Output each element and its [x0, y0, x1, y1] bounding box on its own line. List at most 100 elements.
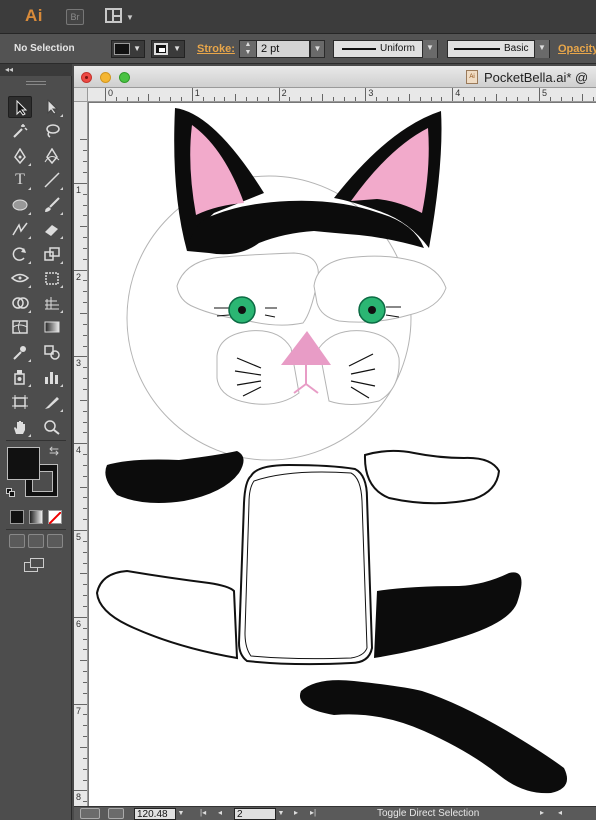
ruler-label: 0	[108, 88, 114, 98]
ai-file-icon: Ai	[466, 70, 478, 84]
variable-width-profile-select[interactable]: Uniform ▼	[333, 40, 438, 58]
none-mode-button[interactable]	[48, 510, 62, 525]
next-artboard-icon[interactable]: ▸	[294, 808, 298, 817]
draw-behind-button[interactable]	[28, 534, 44, 548]
pen-tool[interactable]	[8, 145, 32, 167]
column-graph-tool[interactable]	[40, 366, 64, 388]
perspective-grid-tool[interactable]	[40, 292, 64, 314]
symbol-sprayer-tool[interactable]	[8, 366, 32, 388]
artboard-number-input[interactable]: 2	[234, 808, 276, 820]
collapse-panel-icon[interactable]: ◂◂	[5, 65, 13, 74]
fill-color-chip	[114, 43, 130, 55]
ruler-tick	[83, 378, 87, 380]
previous-artboard-icon[interactable]: ◂	[218, 808, 222, 817]
arrange-documents-button[interactable]: ▼	[105, 8, 135, 24]
eraser-tool[interactable]	[40, 218, 64, 240]
status-menu-arrow-icon[interactable]: ▸	[540, 808, 544, 817]
zoom-level-input[interactable]: 120.48	[134, 808, 176, 820]
scale-tool[interactable]	[40, 243, 64, 265]
panel-grip[interactable]	[26, 81, 46, 85]
zoom-window-button[interactable]	[119, 72, 130, 83]
ruler-tick	[267, 97, 269, 101]
selection-tool[interactable]	[8, 96, 32, 118]
shape-builder-tool[interactable]	[8, 292, 32, 314]
draw-inside-button[interactable]	[47, 534, 63, 548]
scroll-left-icon[interactable]: ◂	[558, 808, 562, 817]
gpu-performance-icon[interactable]	[80, 808, 100, 819]
arrange-documents-icon	[105, 8, 122, 23]
opacity-panel-link[interactable]: Opacity:	[558, 43, 596, 55]
zoom-tool[interactable]	[40, 416, 64, 438]
mesh-tool[interactable]	[8, 316, 32, 338]
cat-tail[interactable]	[299, 680, 568, 794]
last-artboard-icon[interactable]: ▸|	[310, 808, 316, 817]
bridge-button[interactable]: Br	[66, 9, 84, 25]
ruler-tick	[463, 97, 465, 101]
cat-leg-right[interactable]	[374, 572, 522, 658]
eyedropper-tool[interactable]	[8, 341, 32, 363]
width-tool[interactable]	[8, 267, 32, 289]
brush-definition-select[interactable]: Basic ▼	[447, 40, 550, 58]
hand-tool[interactable]	[8, 416, 32, 438]
screen-mode-button[interactable]	[24, 558, 46, 574]
line-segment-tool[interactable]	[40, 169, 64, 191]
ruler-origin[interactable]	[74, 88, 88, 102]
shaper-tool[interactable]	[8, 218, 32, 240]
direct-selection-tool[interactable]	[40, 96, 64, 118]
curvature-tool[interactable]	[40, 145, 64, 167]
swap-fill-stroke-icon[interactable]: ⇆	[49, 444, 59, 458]
more-tools-indicator	[60, 187, 63, 190]
ellipse-tool[interactable]	[8, 194, 32, 216]
slice-tool[interactable]	[40, 391, 64, 413]
paintbrush-tool[interactable]	[40, 194, 64, 216]
gradient-mode-button[interactable]	[29, 510, 43, 524]
stroke-weight-stepper[interactable]: ▲ ▼	[239, 40, 257, 58]
ruler-tick	[582, 94, 584, 101]
draw-normal-button[interactable]	[9, 534, 25, 548]
ruler-tick	[300, 97, 302, 101]
ruler-tick	[322, 94, 323, 101]
cat-body[interactable]	[237, 463, 374, 666]
default-fill-stroke-icon[interactable]	[6, 488, 15, 497]
ruler-label: 7	[76, 705, 82, 716]
horizontal-ruler[interactable]: 0 1 2 3 4 5	[88, 88, 596, 102]
ruler-tick	[83, 605, 87, 607]
free-transform-tool[interactable]	[40, 267, 64, 289]
share-icon[interactable]	[108, 808, 124, 819]
document-title: PocketBella.ai* @	[484, 70, 589, 85]
minimize-window-button[interactable]	[100, 72, 111, 83]
none-slash-icon	[48, 511, 62, 525]
vertical-ruler[interactable]: 1 2 3 4 5 6 7 8	[74, 102, 88, 806]
type-tool[interactable]: T	[8, 169, 32, 191]
stroke-panel-link[interactable]: Stroke:	[197, 43, 235, 55]
close-window-button[interactable]	[81, 72, 92, 83]
fill-color-box[interactable]	[7, 447, 40, 480]
cat-leg-left[interactable]	[95, 569, 239, 660]
magic-wand-tool[interactable]	[8, 120, 32, 142]
lasso-tool[interactable]	[40, 120, 64, 142]
stroke-weight-dropdown[interactable]: ▼	[310, 40, 325, 58]
ruler-tick	[74, 616, 87, 618]
color-mode-button[interactable]	[10, 510, 24, 524]
blend-tool[interactable]	[40, 341, 64, 363]
cat-arm-left[interactable]	[105, 451, 244, 503]
zoom-dropdown[interactable]: ▼	[176, 808, 186, 820]
cat-arm-right[interactable]	[363, 449, 501, 505]
fill-color-dropdown[interactable]: ▼	[111, 40, 145, 58]
rotate-tool[interactable]	[8, 243, 32, 265]
artboard-dropdown[interactable]: ▼	[276, 808, 286, 820]
artwork	[95, 108, 568, 794]
stroke-weight-input[interactable]: 2 pt	[256, 40, 310, 58]
stroke-color-dropdown[interactable]: ▼	[151, 40, 185, 58]
ruler-tick	[83, 475, 87, 477]
first-artboard-icon[interactable]: |◂	[200, 808, 206, 817]
ruler-tick	[80, 660, 87, 662]
artboard-canvas[interactable]	[89, 103, 596, 806]
artboard-tool[interactable]	[8, 391, 32, 413]
pen-icon	[14, 148, 26, 164]
mesh-icon	[12, 320, 28, 334]
ruler-tick	[80, 399, 87, 401]
ruler-tick	[408, 94, 410, 101]
gradient-tool[interactable]	[40, 316, 64, 338]
ruler-tick	[473, 97, 475, 101]
